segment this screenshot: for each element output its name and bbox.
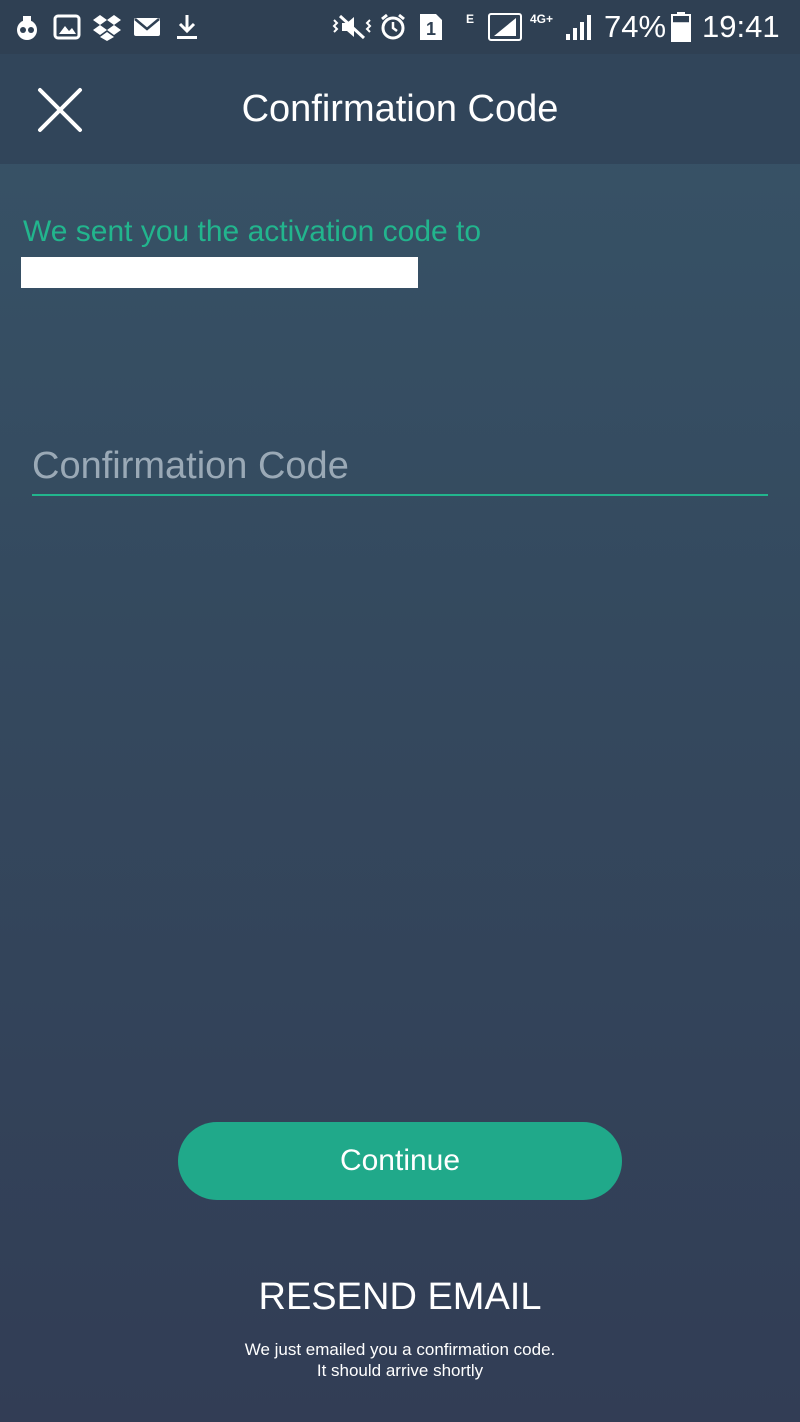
page-title: Confirmation Code bbox=[241, 88, 559, 130]
dropbox-icon bbox=[92, 12, 122, 42]
redacted-email bbox=[21, 257, 418, 288]
network-label: 4G+ bbox=[530, 12, 554, 26]
resend-email-button[interactable]: RESEND EMAIL bbox=[0, 1272, 800, 1322]
status-clock: 19:41 bbox=[702, 9, 780, 44]
sent-message: We sent you the activation code to bbox=[23, 215, 482, 248]
battery-percent: 74% bbox=[604, 9, 667, 44]
continue-button[interactable]: Continue bbox=[178, 1122, 622, 1200]
close-icon bbox=[38, 88, 82, 132]
gallery-icon bbox=[52, 12, 82, 42]
sim-icon: 1 bbox=[416, 12, 444, 42]
resend-note-line: It should arrive shortly bbox=[316, 1361, 484, 1380]
resend-note: We just emailed you a confirmation code.… bbox=[0, 1339, 800, 1381]
sim-slot-label: 1 bbox=[426, 19, 436, 39]
alarm-icon bbox=[378, 12, 408, 42]
network-type-label: E bbox=[466, 12, 475, 26]
status-bar: 1 E 4G+ 74% 19:41 bbox=[0, 0, 800, 54]
confirmation-screen: 1 E 4G+ 74% 19:41 Confirmation Code We s… bbox=[0, 0, 800, 1422]
incognito-icon bbox=[12, 12, 42, 42]
mail-icon bbox=[132, 12, 162, 42]
close-button[interactable] bbox=[30, 80, 90, 140]
app-bar: Confirmation Code bbox=[0, 54, 800, 164]
confirmation-code-input[interactable] bbox=[32, 438, 768, 496]
download-icon bbox=[172, 12, 202, 42]
signal-icon bbox=[488, 12, 522, 42]
mute-vibrate-icon bbox=[332, 12, 372, 42]
signal-icon bbox=[564, 12, 594, 42]
battery-icon bbox=[670, 12, 692, 42]
resend-note-line: We just emailed you a confirmation code. bbox=[244, 1340, 556, 1359]
